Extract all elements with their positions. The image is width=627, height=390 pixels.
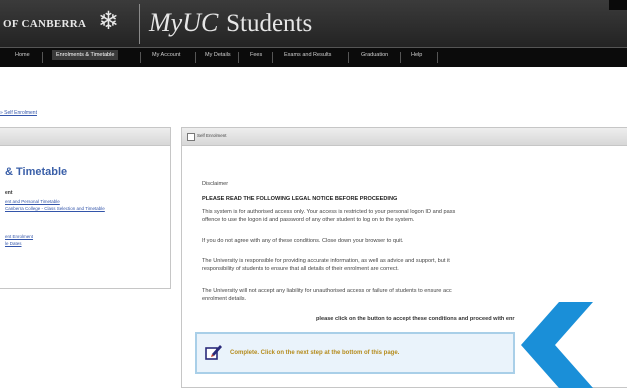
brand-title[interactable]: MyUC Students <box>149 7 312 39</box>
sidebar-link-canberra-college[interactable]: Canberra College - Class Selection and T… <box>5 206 105 211</box>
nav-separator <box>348 52 349 63</box>
nav-separator <box>195 52 196 63</box>
nav-separator <box>437 52 438 63</box>
disclaimer-label: Disclaimer <box>202 181 229 187</box>
accept-prompt: please click on the button to accept the… <box>316 316 515 322</box>
header-corner <box>609 0 627 10</box>
chevron-left-icon <box>521 302 593 388</box>
nav-separator <box>140 52 141 63</box>
notice-para2: If you do not agree with any of these co… <box>202 238 404 244</box>
nav-separator <box>272 52 273 63</box>
nav-separator <box>400 52 401 63</box>
completion-notice: Complete. Click on the next step at the … <box>195 332 515 374</box>
site-header: OF CANBERRA ❄ MyUC Students <box>0 0 627 47</box>
edit-pencil-icon <box>205 345 222 360</box>
sidebar-subtitle: ent <box>5 190 13 196</box>
brand-prefix: MyUC <box>149 8 219 37</box>
notice-para3-line1: The University is responsible for provid… <box>202 258 450 264</box>
sidebar-title: & Timetable <box>5 166 68 178</box>
main-nav: Home Enrolments & Timetable My Account M… <box>0 47 627 67</box>
nav-item-help[interactable]: Help <box>411 52 422 58</box>
snowflake-crest-icon: ❄ <box>98 7 119 35</box>
panel-header-title: Self Enrolment <box>197 133 227 138</box>
left-sidebar-panel: & Timetable ent ent and Personal Timetab… <box>0 127 171 289</box>
nav-separator <box>42 52 43 63</box>
nav-item-graduation[interactable]: Graduation <box>361 52 388 58</box>
university-name: OF CANBERRA <box>3 18 87 30</box>
notice-para1-line1: This system is for authorised access onl… <box>202 209 456 215</box>
sidebar-link-timetable[interactable]: ent and Personal Timetable <box>5 199 60 204</box>
notice-para4-line2: enrolment details. <box>202 296 247 302</box>
nav-item-exams[interactable]: Exams and Results <box>284 52 331 58</box>
collapse-box-icon[interactable] <box>187 133 195 141</box>
brand-suffix: Students <box>226 10 313 37</box>
header-divider <box>139 4 140 44</box>
left-panel-header <box>0 128 170 146</box>
nav-item-fees[interactable]: Fees <box>250 52 262 58</box>
breadcrumb[interactable]: » Self Enrolment <box>0 110 37 116</box>
legal-notice-heading: PLEASE READ THE FOLLOWING LEGAL NOTICE B… <box>202 196 398 202</box>
notice-para1-line2: offence to use the logon id and password… <box>202 217 415 223</box>
sidebar-link-dates[interactable]: le Dates <box>5 241 22 246</box>
sidebar-link-enrolment[interactable]: ent Enrolment <box>5 234 33 239</box>
nav-separator <box>238 52 239 63</box>
panel-header: Self Enrolment <box>182 128 627 146</box>
notice-para4-line1: The University will not accept any liabi… <box>202 288 452 294</box>
nav-item-enrolments[interactable]: Enrolments & Timetable <box>52 50 119 60</box>
completion-message: Complete. Click on the next step at the … <box>230 350 400 356</box>
notice-para3-line2: responsibility of students to ensure tha… <box>202 266 399 272</box>
nav-item-home[interactable]: Home <box>15 52 30 58</box>
nav-item-my-account[interactable]: My Account <box>152 52 180 58</box>
nav-item-my-details[interactable]: My Details <box>205 52 231 58</box>
